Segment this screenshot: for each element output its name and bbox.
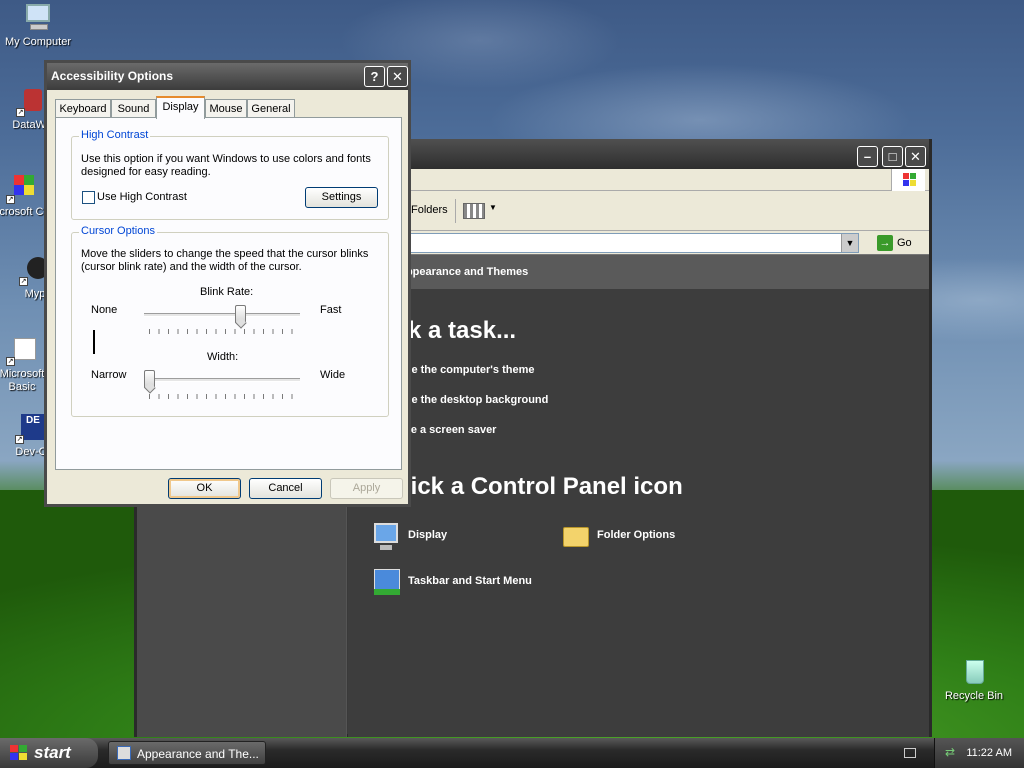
folders-button[interactable]: Folders [411,204,448,216]
arrow-right-icon: → [877,235,893,252]
taskbar: start Appearance and The... ⇄ 11:22 AM [0,738,1024,768]
windows-logo-icon [891,169,925,191]
cancel-button[interactable]: Cancel [249,478,322,499]
ok-button[interactable]: OK [168,478,241,499]
cp-item-label: Display [408,529,448,541]
chevron-down-icon: ▼ [489,203,497,212]
cp-item-label: Folder Options [597,529,676,541]
blink-min-label: None [91,304,118,316]
keyboard-icon[interactable] [904,748,916,758]
taskbar-icon [370,567,402,599]
taskbar-button-label: Appearance and The... [137,747,259,761]
task-link-theme[interactable]: nge the computer's theme [398,364,534,376]
settings-button[interactable]: Settings [305,187,378,208]
address-dropdown-button[interactable]: ▼ [841,234,858,252]
toolbar-divider [455,199,456,223]
use-high-contrast-checkbox[interactable] [82,191,95,204]
width-slider[interactable] [144,370,155,388]
desktop-icon-recycle-bin[interactable]: Recycle Bin [939,656,1009,703]
app-icon: DE ↗ [15,412,47,444]
cursor-options-description: Move the sliders to change the speed tha… [81,248,369,273]
folder-icon [559,521,591,553]
tab-mouse[interactable]: Mouse [205,99,247,118]
blink-rate-label: Blink Rate: [200,286,254,298]
accessibility-options-dialog: Accessibility Options ? ✕ Keyboard Sound… [44,60,411,507]
system-tray: ⇄ 11:22 AM [934,738,1024,768]
desktop-icon-label: Recycle Bin [944,690,1004,702]
tab-general[interactable]: General [247,99,295,118]
width-label: Width: [207,351,239,363]
width-ticks [149,394,296,399]
use-high-contrast-label[interactable]: Use High Contrast [97,191,187,204]
blink-rate-track [144,313,300,317]
display-tab-panel: High Contrast Use this option if you wan… [55,117,402,470]
network-icon[interactable]: ⇄ [943,746,955,758]
maximize-button[interactable]: □ [882,146,903,167]
desktop-icon-label: My Computer [4,36,72,48]
blink-rate-ticks [149,329,296,334]
task-link-background[interactable]: nge the desktop background [398,394,548,406]
control-panel-icon [117,746,131,760]
width-max-label: Wide [320,369,346,381]
go-button[interactable]: → Go [877,234,912,252]
pick-icon-heading: pick a Control Panel icon [396,473,683,500]
main-content: Appearance and Themes k a task... nge th… [348,255,929,737]
start-label: start [34,743,71,762]
desktop-icon-my-computer[interactable]: My Computer [3,2,73,49]
blink-rate-slider[interactable] [235,305,247,323]
category-header: Appearance and Themes [348,255,929,289]
start-button[interactable]: start [0,738,98,768]
dialog-title: Accessibility Options [51,69,174,83]
taskbar-button-appearance[interactable]: Appearance and The... [108,741,266,765]
windows-flag-icon [10,745,28,761]
go-label: Go [897,237,912,249]
close-button[interactable]: ✕ [905,146,926,167]
cp-item-display[interactable]: Display [374,523,448,550]
recycle-bin-icon [958,656,990,688]
tab-sound[interactable]: Sound [111,99,156,118]
help-button[interactable]: ? [364,66,385,87]
width-min-label: Narrow [91,369,127,381]
views-icon [463,203,485,219]
close-button[interactable]: ✕ [387,66,408,87]
cursor-options-group: Cursor Options Move the sliders to chang… [71,225,389,417]
apply-button[interactable]: Apply [330,478,403,499]
group-label: High Contrast [79,129,151,141]
app-icon: ↗ [6,172,38,204]
tab-keyboard[interactable]: Keyboard [55,99,111,118]
cp-item-taskbar[interactable]: Taskbar and Start Menu [374,569,532,595]
tab-display[interactable]: Display [156,96,205,119]
group-label: Cursor Options [79,225,157,237]
cp-item-label: Taskbar and Start Menu [408,575,532,587]
task-link-screensaver[interactable]: ose a screen saver [398,424,496,436]
minimize-button[interactable]: – [857,146,878,167]
dialog-titlebar: Accessibility Options ? ✕ [47,63,408,90]
high-contrast-description: Use this option if you want Windows to u… [81,153,371,178]
clock[interactable]: 11:22 AM [966,747,1012,759]
cp-item-folder-options[interactable]: Folder Options [563,527,676,547]
app-icon: ↗ [6,334,38,366]
views-button[interactable]: ▼ [463,201,497,221]
cursor-preview [93,330,95,354]
high-contrast-group: High Contrast Use this option if you wan… [71,129,389,220]
display-icon [370,521,402,553]
blink-max-label: Fast [320,304,342,316]
width-track [144,378,300,382]
computer-icon [22,2,54,34]
pick-task-heading: k a task... [408,317,517,344]
